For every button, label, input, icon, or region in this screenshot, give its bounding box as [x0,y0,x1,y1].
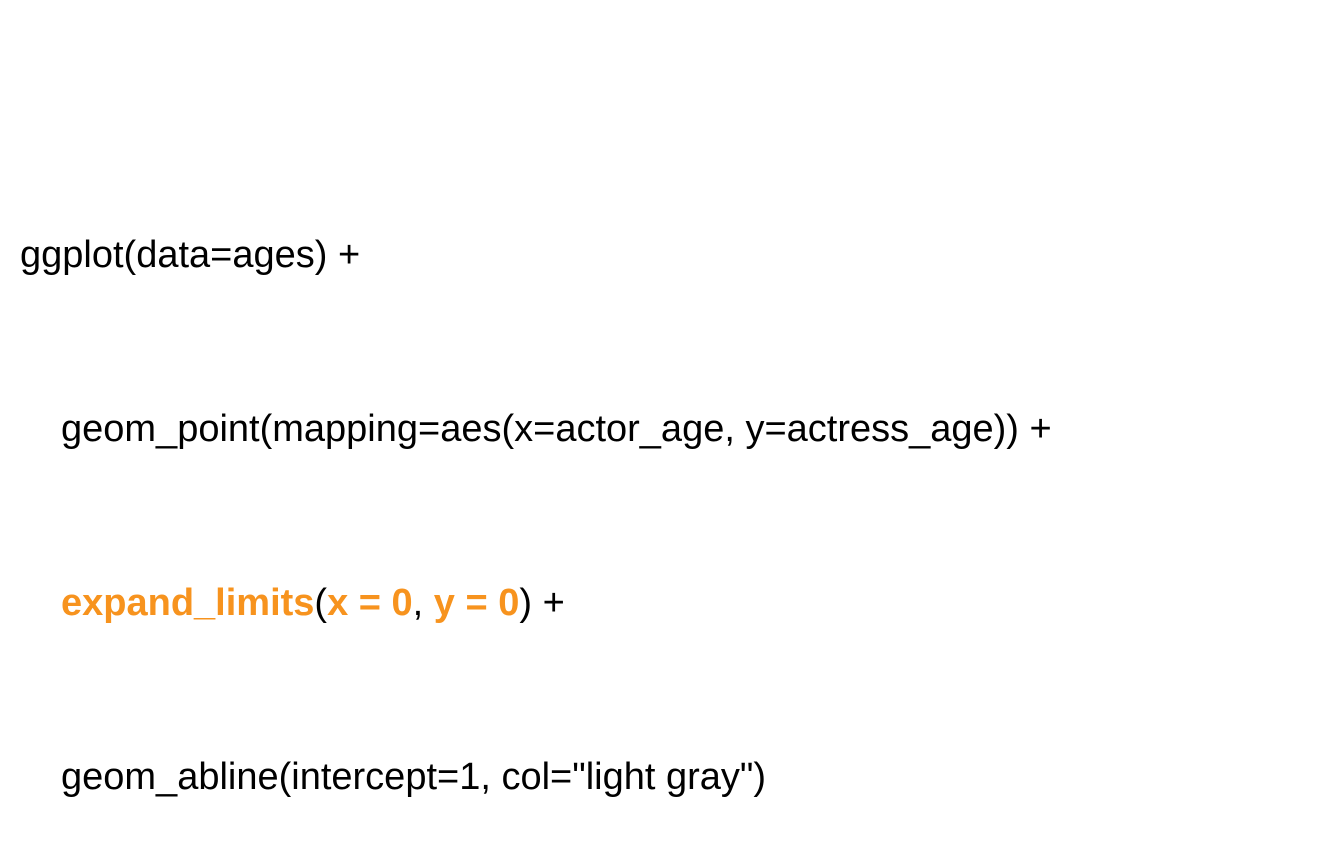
code-line-geom-abline: geom_abline(intercept=1, col="light gray… [61,756,767,798]
expand-limits-open-paren: ( [314,582,328,624]
code-line-expand-limits: expand_limits(x = 0, y = 0) + [20,574,1052,632]
expand-limits-y-arg: y = 0 [433,582,520,624]
code-line-ggplot: ggplot(data=ages) + [20,234,361,276]
expand-limits-close: ) + [519,582,565,624]
code-line-geom-point: geom_point(mapping=aes(x=actor_age, y=ac… [61,408,1052,450]
expand-limits-function: expand_limits [61,582,315,624]
expand-limits-separator: , [412,582,434,624]
expand-limits-x-arg: x = 0 [327,582,413,624]
code-block: ggplot(data=ages) + geom_point(mapping=a… [20,110,1052,864]
